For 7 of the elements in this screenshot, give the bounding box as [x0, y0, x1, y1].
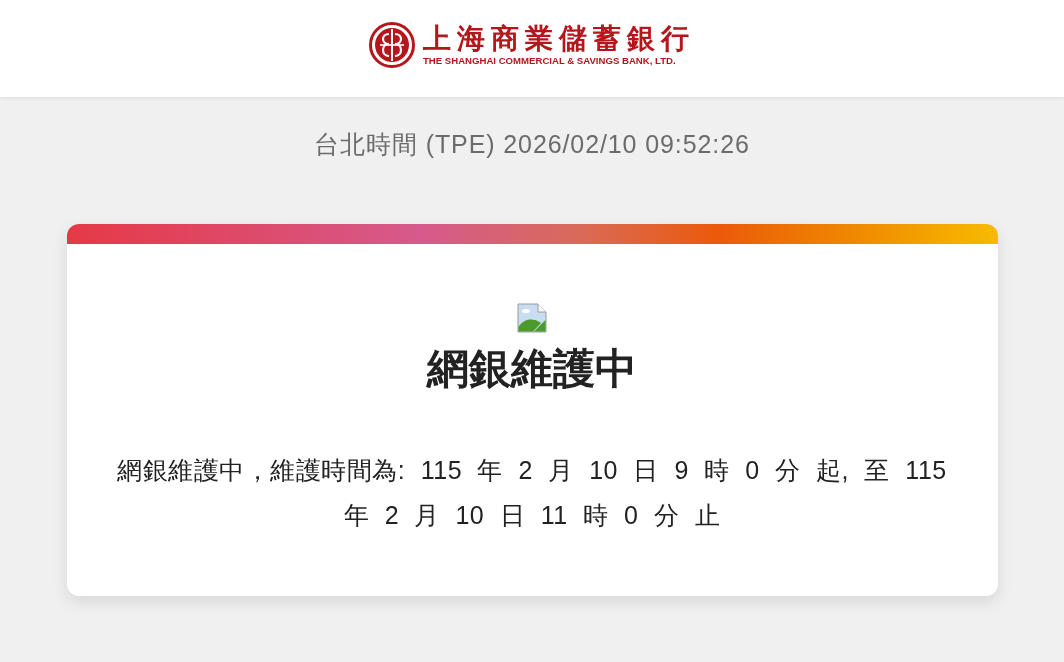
bank-name-english: THE SHANGHAI COMMERCIAL & SAVINGS BANK, LTD. [423, 54, 676, 67]
taipei-time: 台北時間 (TPE) 2026/02/10 09:52:26 [314, 130, 750, 158]
broken-image-icon [517, 303, 547, 333]
notice-title: 網銀維護中 [427, 344, 637, 394]
bank-emblem-icon [369, 21, 415, 68]
bank-name: 上海商業儲蓄銀行 [423, 22, 695, 55]
maintenance-message: 網銀維護中，維護時間為: 115 年 2 月 10 日 9 時 0 分 起, 至 115 年 2 月 10 日 11 時 0 分 止 [116, 455, 948, 531]
